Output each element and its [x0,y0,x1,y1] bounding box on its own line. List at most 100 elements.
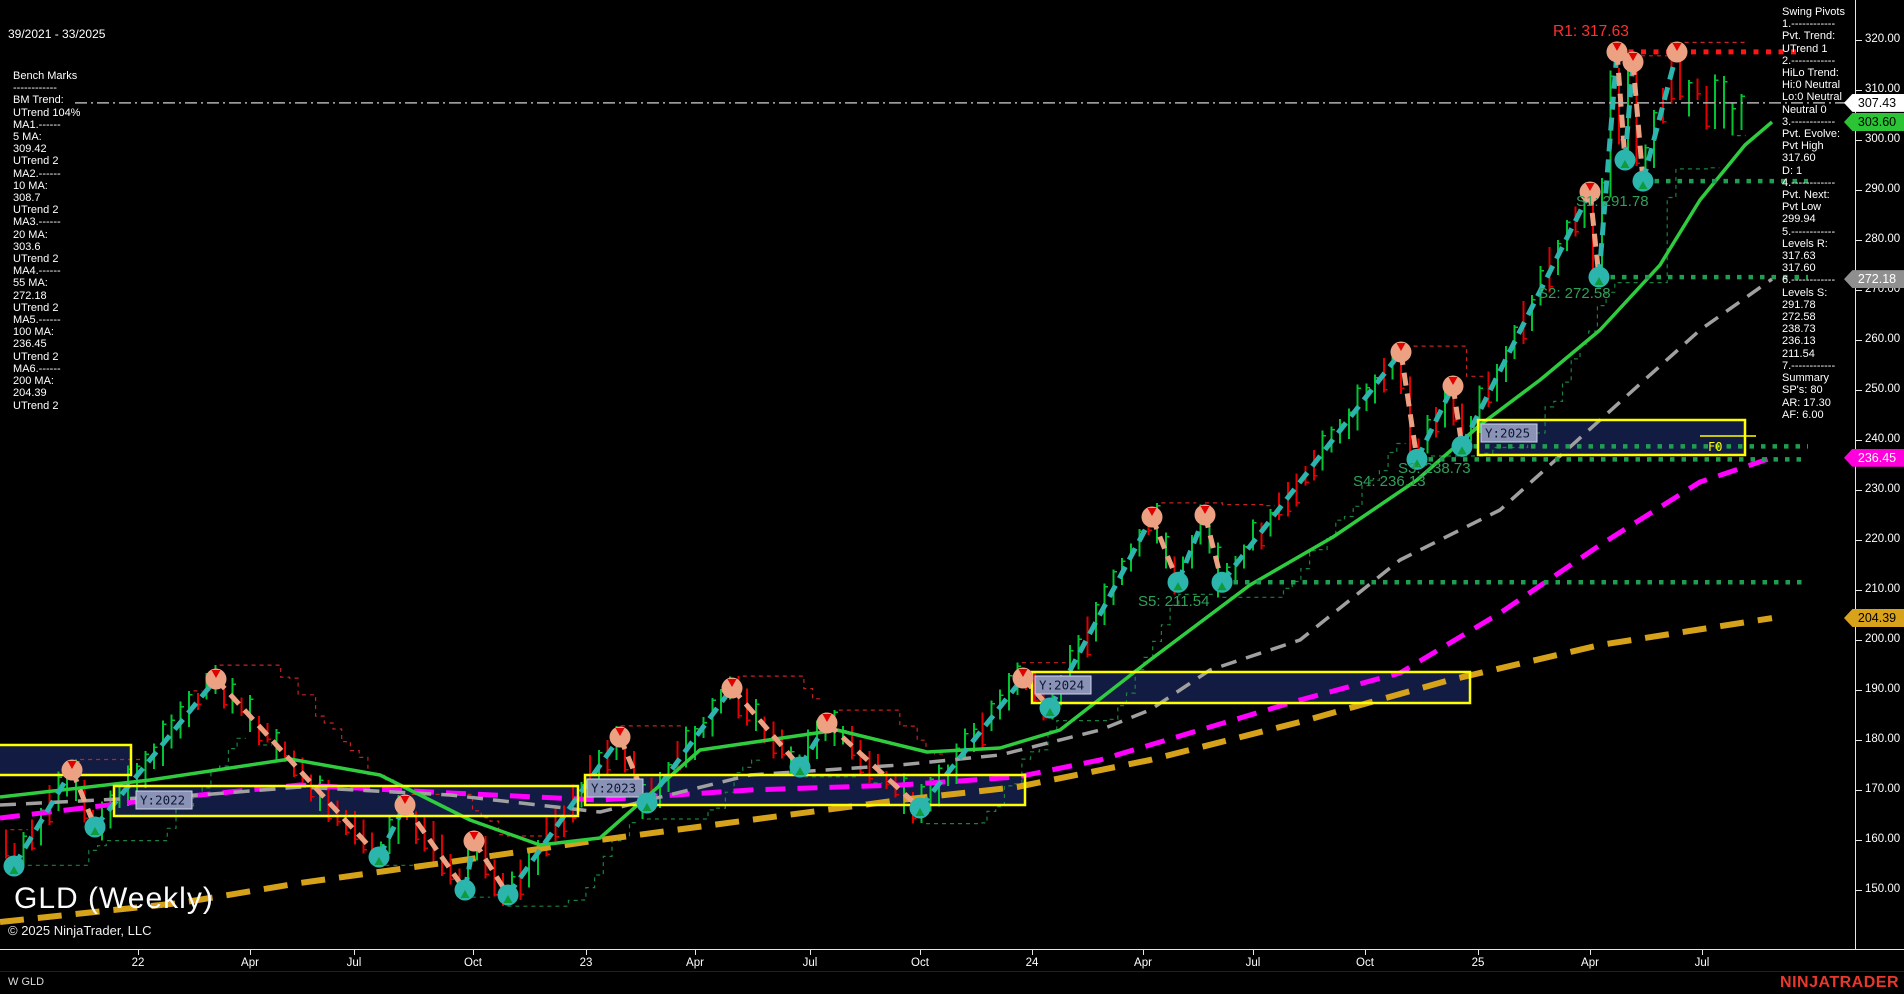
last-price-marker: 307.43 [1844,94,1904,112]
level-annotations: R1: 317.63S1: 291.78S2: 272.58S3: 238.73… [1138,23,1649,610]
left-panel-line: 20 MA: [13,229,105,241]
right-panel-line: Pvt. Trend: [1782,30,1856,42]
right-panel-line: Pvt. Next: [1782,189,1856,201]
left-panel-line: Bench Marks [13,70,105,82]
left-panel-line: 272.18 [13,290,105,302]
right-panel-line: 5.------------ [1782,226,1856,238]
price-axis-label: 200.00 [1865,633,1900,645]
price-axis-label: 170.00 [1865,783,1900,795]
right-panel-line: 7.------------ [1782,360,1856,372]
time-tick [1253,950,1254,955]
right-panel-line: Pvt High [1782,140,1856,152]
time-tick [810,950,811,955]
price-axis[interactable]: 320.00310.00300.00290.00280.00270.00260.… [1855,0,1904,949]
time-axis-label: Apr [1134,957,1152,969]
resistance-label: R1: 317.63 [1553,23,1629,40]
left-panel-line: MA1.------ [13,119,105,131]
time-tick [138,950,139,955]
right-panel-line: Lo:0 Neutral [1782,91,1856,103]
left-panel-line: 5 MA: [13,131,105,143]
price-tick [1856,490,1862,491]
time-axis[interactable]: 22AprJulOct23AprJulOct24AprJulOct25AprJu… [0,949,1904,972]
right-panel-line: Summary [1782,372,1856,384]
left-panel-line: 303.6 [13,241,105,253]
instrument-label: GLD (Weekly) [14,882,214,916]
price-tick [1856,540,1862,541]
range-label: 39/2021 - 33/2025 [8,28,105,40]
price-tick [1856,240,1862,241]
right-panel-line: 317.60 [1782,262,1856,274]
price-axis-label: 150.00 [1865,883,1900,895]
price-tick [1856,90,1862,91]
price-axis-label: 220.00 [1865,533,1900,545]
time-axis-label: Jul [803,957,818,969]
right-panel-line: Pvt Low [1782,201,1856,213]
time-axis-label: 22 [132,957,145,969]
time-tick [250,950,251,955]
ma200-marker: 204.39 [1844,609,1904,627]
benchmarks-panel: 39/2021 - 33/2025 Bench Marks-----------… [8,4,105,436]
level-lines [75,52,1855,582]
left-panel-line: 308.7 [13,192,105,204]
time-axis-label: Jul [1246,957,1261,969]
left-panel-line: 309.42 [13,143,105,155]
time-tick [586,950,587,955]
year-range-box[interactable] [1032,672,1470,703]
price-tick [1856,640,1862,641]
price-axis-label: 180.00 [1865,733,1900,745]
left-panel-line: UTrend 2 [13,204,105,216]
price-tick [1856,290,1862,291]
time-axis-label: Apr [241,957,259,969]
price-tick [1856,40,1862,41]
ma100-marker: 236.45 [1844,449,1904,467]
price-tick [1856,190,1862,191]
price-tick [1856,140,1862,141]
time-axis-label: Oct [464,957,482,969]
left-panel-line: MA3.------ [13,216,105,228]
price-tick [1856,340,1862,341]
chart-area[interactable]: Y:2022Y:2023Y:2024Y:2025F0R1: 317.63S1: … [0,0,1855,949]
price-axis-label: 310.00 [1865,83,1900,95]
left-panel-line: 236.45 [13,338,105,350]
time-axis-label: Apr [1581,957,1599,969]
right-panel-line: 299.94 [1782,213,1856,225]
time-tick [1478,950,1479,955]
year-chip-label: Y:2022 [140,793,185,808]
right-panel-line: Levels S: [1782,287,1856,299]
price-axis-label: 160.00 [1865,833,1900,845]
right-panel-line: Neutral 0 [1782,104,1856,116]
status-bar: W GLD NINJATRADER [0,971,1904,994]
right-panel-line: 2.------------ [1782,55,1856,67]
chart-window: Y:2022Y:2023Y:2024Y:2025F0R1: 317.63S1: … [0,0,1904,994]
year-box-fills [0,420,1745,816]
swing-pivots-panel: Swing Pivots1.------------Pvt. Trend:UTr… [1782,6,1856,421]
ma55-marker: 272.18 [1844,270,1904,288]
time-tick [1590,950,1591,955]
left-panel-line: 10 MA: [13,180,105,192]
time-axis-label: Oct [1356,957,1374,969]
price-axis-label: 210.00 [1865,583,1900,595]
left-panel-line: UTrend 2 [13,302,105,314]
left-panel-line: ------------ [13,82,105,94]
year-chip-label: Y:2023 [591,781,636,796]
right-panel-line: 317.60 [1782,152,1856,164]
left-panel-line: MA4.------ [13,265,105,277]
support-label: S2: 272.58 [1538,285,1611,302]
ma20-line[interactable] [0,122,1772,845]
support-label: S5: 211.54 [1138,593,1209,610]
right-panel-line: 211.54 [1782,348,1856,360]
price-axis-label: 300.00 [1865,133,1900,145]
right-panel-line: 1.------------ [1782,18,1856,30]
right-panel-line: 6.------------ [1782,274,1856,286]
right-panel-line: 317.63 [1782,250,1856,262]
right-panel-line: 236.13 [1782,335,1856,347]
year-chip-label: Y:2025 [1485,426,1530,441]
time-tick [695,950,696,955]
ma200-line[interactable] [0,618,1772,922]
right-panel-line: 4.------------ [1782,177,1856,189]
right-panel-line: SP's: 80 [1782,384,1856,396]
left-panel-line: BM Trend: [13,94,105,106]
price-tick [1856,840,1862,841]
time-axis-label: Apr [686,957,704,969]
price-axis-label: 320.00 [1865,33,1900,45]
